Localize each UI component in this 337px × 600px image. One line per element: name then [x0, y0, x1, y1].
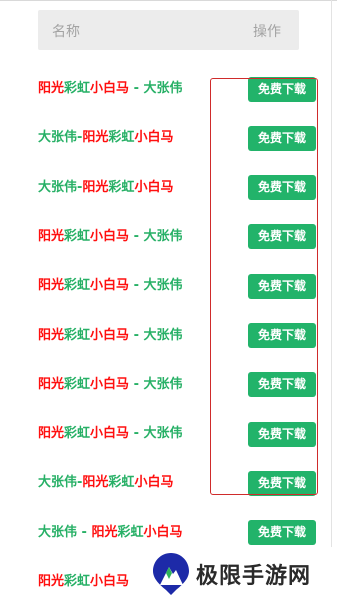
watermark-site-name: 极限手游网 — [196, 563, 312, 589]
song-title-segment: 阳光 — [82, 475, 109, 491]
song-title-segment: 阳光 — [38, 228, 65, 244]
table-header: 名称 操作 — [38, 10, 299, 50]
song-title-segment: 小白马 — [134, 475, 174, 491]
download-buttons-highlight-box — [210, 78, 318, 495]
header-name-label: 名称 — [52, 24, 80, 40]
mountain-logo-icon — [153, 553, 189, 595]
song-title-segment: 彩虹 — [64, 327, 91, 343]
song-title-segment: 阳光 — [82, 179, 109, 195]
song-title-segment: - 大张伟 — [129, 327, 183, 343]
song-title-segment: 小白马 — [90, 426, 130, 442]
song-title-segment: 小白马 — [134, 179, 174, 195]
free-download-button[interactable]: 免费下载 — [248, 520, 316, 546]
song-title: 大张伟-阳光彩虹小白马 — [38, 180, 173, 196]
song-title-segment: 阳光 — [91, 524, 118, 540]
song-title: 大张伟 - 阳光彩虹小白马 — [38, 525, 183, 541]
song-title-segment: 彩虹 — [64, 81, 91, 96]
song-title-segment: 阳光 — [38, 574, 65, 589]
song-title-segment: 大张伟- — [38, 475, 83, 491]
song-title-segment: 彩虹 — [117, 524, 144, 540]
song-title-segment: 彩虹 — [108, 475, 135, 491]
song-title-segment: 阳光 — [38, 278, 65, 294]
right-divider — [331, 0, 332, 548]
song-title: 大张伟-阳光彩虹小白马 — [38, 475, 173, 491]
song-title: 阳光彩虹小白马 - 大张伟 — [38, 328, 183, 344]
song-title-segment: 小白马 — [90, 228, 130, 244]
site-watermark: 极限手游网 — [140, 547, 337, 600]
song-title: 阳光彩虹小白马 - 大张伟 — [38, 278, 183, 294]
song-title-segment: 阳光 — [38, 426, 65, 442]
song-title-segment: 彩虹 — [64, 278, 91, 294]
song-title-segment: - 大张伟 — [129, 376, 183, 392]
song-title: 阳光彩虹小白马 - 大张伟 — [38, 229, 183, 245]
song-title-segment: 小白马 — [90, 376, 130, 392]
song-title-segment: 大张伟- — [38, 179, 83, 195]
song-title-segment: 小白马 — [143, 524, 183, 540]
song-title-segment: 阳光 — [38, 81, 65, 96]
song-title-segment: - 大张伟 — [129, 228, 183, 244]
song-title-segment: - 大张伟 — [129, 278, 183, 294]
song-title-segment: 小白马 — [90, 278, 130, 294]
song-title-segment: 小白马 — [90, 81, 130, 96]
song-title-segment: 小白马 — [90, 574, 130, 589]
song-title-segment: - 大张伟 — [129, 81, 183, 96]
song-title-segment: - 大张伟 — [129, 426, 183, 442]
song-title-segment: 阳光 — [38, 327, 65, 343]
song-title-segment: 彩虹 — [64, 376, 91, 392]
song-title-segment: 小白马 — [134, 130, 174, 146]
song-title: 阳光彩虹小白马 - 大张伟 — [38, 377, 183, 393]
download-list-page: 名称 操作 阳光彩虹小白马 - 大张伟 免费下载 大张伟-阳光彩虹小白马 免费下载 大张… — [0, 0, 337, 600]
song-title-segment: 小白马 — [90, 327, 130, 343]
song-title-segment: 阳光 — [38, 376, 65, 392]
song-title-segment: 大张伟 - — [38, 524, 92, 540]
song-title-segment: 彩虹 — [64, 228, 91, 244]
song-title: 阳光彩虹小白马 - 大张伟 — [38, 81, 183, 97]
song-title-segment: 彩虹 — [108, 130, 135, 146]
song-title-segment: 大张伟- — [38, 130, 83, 146]
song-title-segment: 阳光 — [82, 130, 109, 146]
header-action-label: 操作 — [253, 24, 281, 40]
song-title: 大张伟-阳光彩虹小白马 — [38, 130, 173, 146]
song-title: 阳光彩虹小白马 — [38, 574, 129, 590]
song-title-segment: 彩虹 — [64, 574, 91, 589]
song-title-segment: 彩虹 — [64, 426, 91, 442]
top-divider — [0, 0, 337, 1]
song-title-segment: 彩虹 — [108, 179, 135, 195]
song-title: 阳光彩虹小白马 - 大张伟 — [38, 426, 183, 442]
